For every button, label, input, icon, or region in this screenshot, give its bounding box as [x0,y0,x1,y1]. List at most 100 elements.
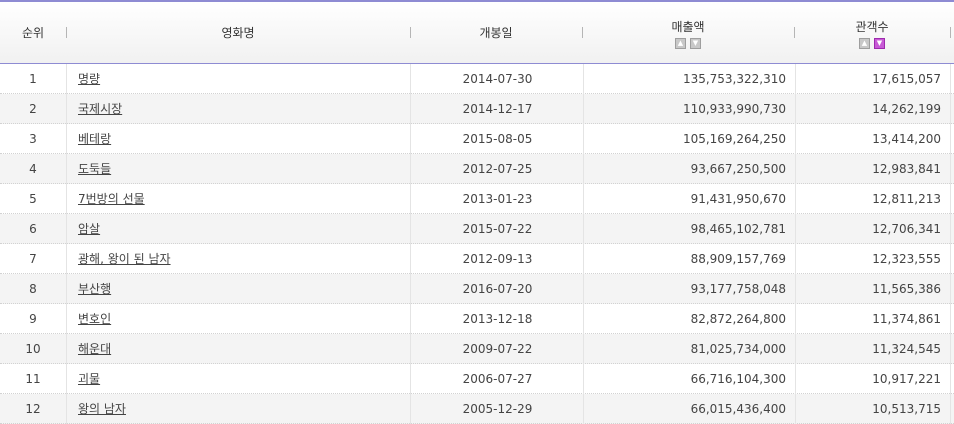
rank-cell: 1 [29,72,37,86]
sales-cell: 66,015,436,400 [690,402,786,416]
audience-cell: 11,324,545 [872,342,941,356]
release-date-cell: 2015-07-22 [462,222,533,236]
rank-cell: 4 [29,162,37,176]
table-row: 10 해운대 2009-07-22 81,025,734,000 11,324,545 [0,334,954,364]
sales-sort-controls: ▲ ▼ [582,38,794,49]
rank-cell: 2 [29,102,37,116]
table-header: 순위 영화명 개봉일 매출액 ▲ ▼ 관객수 ▲ ▼ [0,2,954,63]
table-row: 1 명량 2014-07-30 135,753,322,310 17,615,057 [0,64,954,94]
table-row: 9 변호인 2013-12-18 82,872,264,800 11,374,861 [0,304,954,334]
header-audience: 관객수 ▲ ▼ [794,2,950,63]
column-divider [66,334,67,364]
rank-cell: 9 [29,312,37,326]
column-divider [66,124,67,154]
table-row: 3 베테랑 2015-08-05 105,169,264,250 13,414,200 [0,124,954,154]
column-divider [66,214,67,244]
title-cell: 괴물 [78,364,398,393]
table-row: 11 괴물 2006-07-27 66,716,104,300 10,917,221 [0,364,954,394]
audience-cell: 12,706,341 [872,222,941,236]
rank-cell: 11 [25,372,41,386]
table-row: 6 암살 2015-07-22 98,465,102,781 12,706,341 [0,214,954,244]
sales-cell: 105,169,264,250 [682,132,786,146]
title-cell: 해운대 [78,334,398,363]
sort-ascending-icon[interactable]: ▲ [859,38,870,49]
release-date-cell: 2013-01-23 [462,192,533,206]
rank-cell: 8 [29,282,37,296]
release-date-cell: 2014-12-17 [462,102,533,116]
movie-title-link[interactable]: 7번방의 선물 [78,192,145,206]
title-cell: 7번방의 선물 [78,184,398,213]
movie-title-link[interactable]: 명량 [78,72,100,86]
audience-cell: 12,811,213 [872,192,941,206]
movie-title-link[interactable]: 베테랑 [78,132,111,146]
title-cell: 명량 [78,64,398,93]
title-cell: 광해, 왕이 된 남자 [78,244,398,273]
table-body: 1 명량 2014-07-30 135,753,322,310 17,615,057 2 국… [0,64,954,424]
movie-title-link[interactable]: 광해, 왕이 된 남자 [78,252,171,266]
header-sales: 매출액 ▲ ▼ [582,2,794,63]
audience-sort-controls: ▲ ▼ [794,38,950,49]
release-date-cell: 2005-12-29 [462,402,533,416]
audience-cell: 14,262,199 [872,102,941,116]
audience-cell: 10,513,715 [872,402,941,416]
release-date-cell: 2014-07-30 [462,72,533,86]
rank-cell: 5 [29,192,37,206]
header-release-date: 개봉일 [410,2,582,63]
movie-title-link[interactable]: 부산행 [78,282,111,296]
header-title-label: 영화명 [221,26,255,40]
movie-title-link[interactable]: 변호인 [78,312,111,326]
sales-cell: 98,465,102,781 [690,222,786,236]
audience-cell: 11,565,386 [872,282,941,296]
column-divider [950,124,951,154]
column-divider [66,94,67,124]
movie-title-link[interactable]: 암살 [78,222,100,236]
audience-cell: 12,323,555 [872,252,941,266]
release-date-cell: 2015-08-05 [462,132,533,146]
header-sales-label: 매출액 [671,20,705,34]
rank-cell: 6 [29,222,37,236]
sales-cell: 110,933,990,730 [682,102,786,116]
column-divider [950,274,951,304]
sales-cell: 82,872,264,800 [690,312,786,326]
table-row: 12 왕의 남자 2005-12-29 66,015,436,400 10,513,71… [0,394,954,424]
movie-title-link[interactable]: 괴물 [78,372,100,386]
column-divider [950,394,951,424]
sales-cell: 81,025,734,000 [690,342,786,356]
title-cell: 변호인 [78,304,398,333]
movie-title-link[interactable]: 해운대 [78,342,111,356]
table-row: 4 도둑들 2012-07-25 93,667,250,500 12,983,841 [0,154,954,184]
release-date-cell: 2012-07-25 [462,162,533,176]
header-separator [950,27,951,38]
audience-cell: 17,615,057 [872,72,941,86]
audience-cell: 13,414,200 [872,132,941,146]
column-divider [66,64,67,94]
release-date-cell: 2012-09-13 [462,252,533,266]
sales-cell: 135,753,322,310 [682,72,786,86]
sales-cell: 93,177,758,048 [690,282,786,296]
sales-cell: 88,909,157,769 [690,252,786,266]
column-divider [66,244,67,274]
movie-title-link[interactable]: 국제시장 [78,102,122,116]
sales-cell: 93,667,250,500 [690,162,786,176]
column-divider [66,364,67,394]
sort-ascending-icon[interactable]: ▲ [675,38,686,49]
sort-descending-icon[interactable]: ▼ [690,38,701,49]
title-cell: 왕의 남자 [78,394,398,423]
table-row: 7 광해, 왕이 된 남자 2012-09-13 88,909,157,769 12,3… [0,244,954,274]
column-divider [950,94,951,124]
audience-cell: 10,917,221 [872,372,941,386]
sort-descending-active-icon[interactable]: ▼ [874,38,885,49]
column-divider [66,304,67,334]
movie-title-link[interactable]: 왕의 남자 [78,402,126,416]
sales-cell: 91,431,950,670 [690,192,786,206]
audience-cell: 11,374,861 [872,312,941,326]
header-rank-label: 순위 [21,26,45,40]
column-divider [950,244,951,274]
rank-cell: 3 [29,132,37,146]
column-divider [66,184,67,214]
column-divider [950,154,951,184]
movie-title-link[interactable]: 도둑들 [78,162,111,176]
title-cell: 도둑들 [78,154,398,183]
column-divider [950,304,951,334]
table-row: 5 7번방의 선물 2013-01-23 91,431,950,670 12,811,2… [0,184,954,214]
